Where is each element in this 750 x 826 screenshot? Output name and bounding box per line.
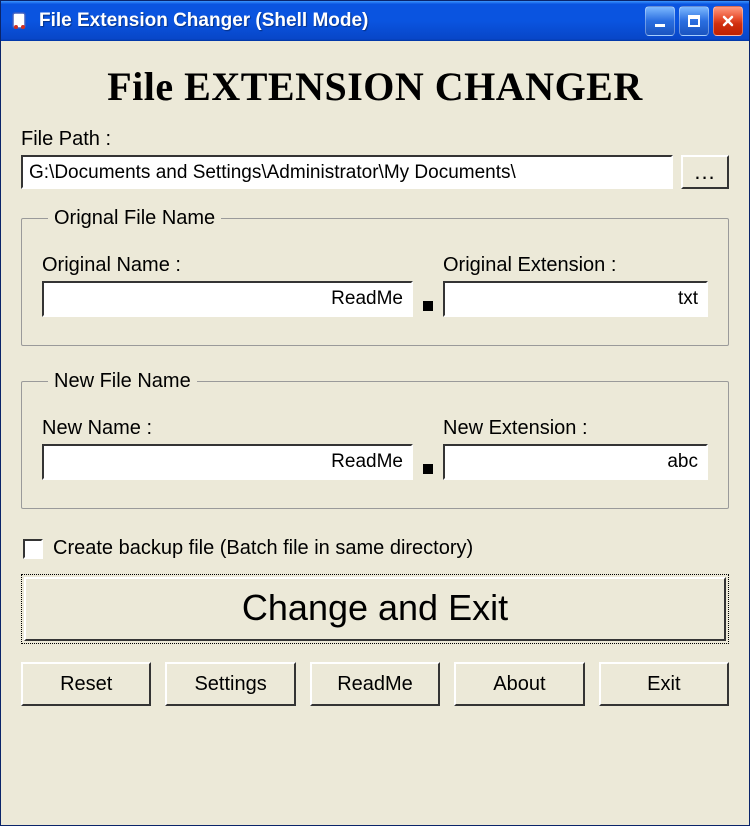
new-filename-group: New File Name New Name : ReadMe New Exte… bbox=[21, 370, 729, 509]
dot-separator-icon bbox=[423, 301, 433, 311]
original-name-input[interactable]: ReadMe bbox=[42, 281, 413, 317]
original-name-label: Original Name : bbox=[42, 254, 413, 277]
primary-action-focus-ring: Change and Exit bbox=[21, 574, 729, 644]
filepath-row: G:\Documents and Settings\Administrator\… bbox=[21, 155, 729, 189]
original-ext-input[interactable]: txt bbox=[443, 281, 708, 317]
browse-button[interactable]: ... bbox=[681, 155, 729, 189]
maximize-button[interactable] bbox=[679, 6, 709, 36]
window-title: File Extension Changer (Shell Mode) bbox=[39, 10, 645, 32]
about-button[interactable]: About bbox=[454, 662, 584, 706]
change-and-exit-button[interactable]: Change and Exit bbox=[24, 577, 726, 641]
new-name-label: New Name : bbox=[42, 417, 413, 440]
new-ext-label: New Extension : bbox=[443, 417, 708, 440]
original-group-legend: Orignal File Name bbox=[48, 207, 221, 230]
exit-button[interactable]: Exit bbox=[599, 662, 729, 706]
new-name-input[interactable]: ReadMe bbox=[42, 444, 413, 480]
minimize-button[interactable] bbox=[645, 6, 675, 36]
app-icon bbox=[9, 10, 31, 32]
backup-checkbox[interactable] bbox=[23, 539, 43, 559]
new-group-legend: New File Name bbox=[48, 370, 197, 393]
new-ext-input[interactable]: abc bbox=[443, 444, 708, 480]
bottom-button-row: Reset Settings ReadMe About Exit bbox=[21, 662, 729, 706]
app-window: File Extension Changer (Shell Mode) File… bbox=[0, 0, 750, 826]
close-button[interactable] bbox=[713, 6, 743, 36]
filepath-input[interactable]: G:\Documents and Settings\Administrator\… bbox=[21, 155, 673, 189]
filepath-label: File Path : bbox=[21, 128, 729, 151]
client-area: File EXTENSION CHANGER File Path : G:\Do… bbox=[1, 41, 749, 825]
titlebar: File Extension Changer (Shell Mode) bbox=[1, 1, 749, 41]
window-controls bbox=[645, 6, 743, 36]
readme-button[interactable]: ReadMe bbox=[310, 662, 440, 706]
reset-button[interactable]: Reset bbox=[21, 662, 151, 706]
page-title: File EXTENSION CHANGER bbox=[21, 63, 729, 110]
dot-separator-icon bbox=[423, 464, 433, 474]
backup-row: Create backup file (Batch file in same d… bbox=[23, 537, 729, 560]
backup-label: Create backup file (Batch file in same d… bbox=[53, 537, 473, 560]
original-filename-group: Orignal File Name Original Name : ReadMe… bbox=[21, 207, 729, 346]
settings-button[interactable]: Settings bbox=[165, 662, 295, 706]
original-ext-label: Original Extension : bbox=[443, 254, 708, 277]
